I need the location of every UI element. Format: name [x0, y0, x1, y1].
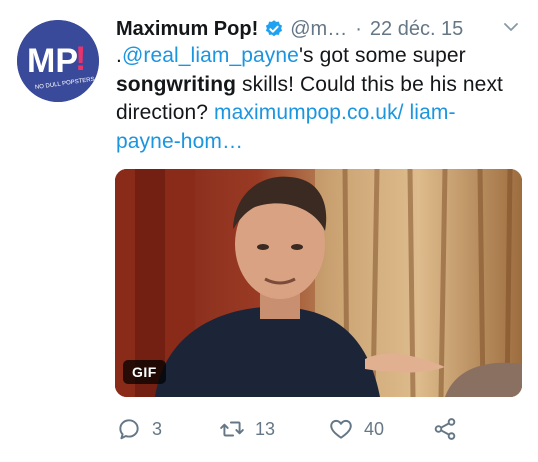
- tweet-date[interactable]: 22 déc. 15: [370, 18, 463, 41]
- svg-text:!: !: [75, 40, 86, 78]
- retweet-icon: [220, 421, 244, 437]
- share-icon: [434, 418, 456, 440]
- author-name[interactable]: Maximum Pop!: [116, 18, 258, 41]
- gif-thumbnail-image: [115, 169, 522, 397]
- like-icon: [330, 419, 352, 439]
- like-count: 40: [364, 418, 385, 439]
- reply-icon: [119, 419, 139, 440]
- maximum-pop-logo: MP ! NO DULL POPSTERS: [17, 20, 99, 102]
- tweet-header: Maximum Pop! @m… · 22 déc. 15: [116, 14, 538, 44]
- retweet-button[interactable]: 13: [219, 414, 275, 444]
- mention-link[interactable]: @real_liam_payne: [122, 44, 299, 67]
- like-button[interactable]: 40: [328, 414, 384, 444]
- svg-text:MP: MP: [27, 42, 78, 80]
- author-handle[interactable]: @m…: [290, 18, 347, 41]
- gif-badge: GIF: [123, 360, 166, 384]
- bold-word: songwriting: [116, 72, 237, 96]
- header-separator: ·: [355, 17, 362, 40]
- chevron-down-icon[interactable]: [502, 18, 520, 36]
- tweet-text: .@real_liam_payne's got some super songw…: [116, 42, 511, 156]
- tweet-actions: 3 13 40: [116, 414, 466, 444]
- reply-count: 3: [152, 418, 163, 439]
- share-button[interactable]: [432, 414, 468, 444]
- reply-button[interactable]: 3: [116, 414, 162, 444]
- author-avatar[interactable]: MP ! NO DULL POPSTERS: [17, 20, 99, 102]
- verified-badge-icon: [266, 20, 283, 37]
- gif-media[interactable]: GIF: [115, 169, 522, 397]
- text-part-2: 's got some super: [298, 44, 466, 67]
- retweet-count: 13: [255, 418, 276, 439]
